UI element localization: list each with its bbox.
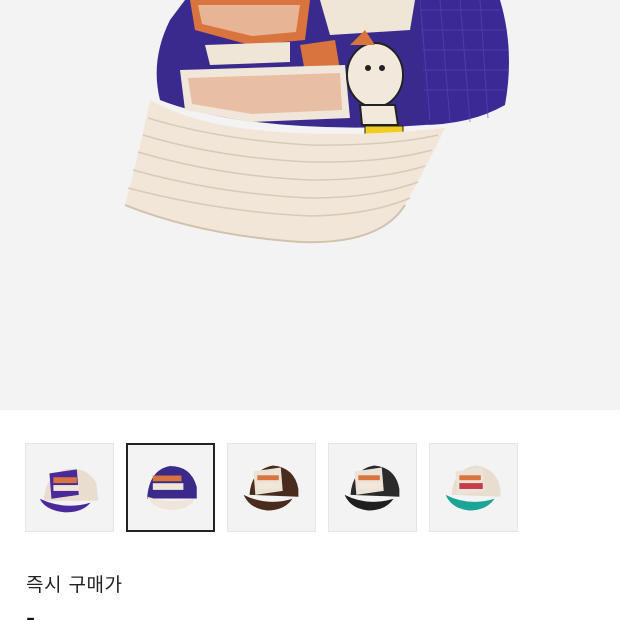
cap-thumbnail-image xyxy=(39,468,99,513)
thumbnail-brown-cap[interactable] xyxy=(227,443,316,532)
product-hero-image[interactable] xyxy=(0,0,620,410)
cap-thumbnail-image xyxy=(344,465,400,511)
cap-illustration xyxy=(124,0,509,244)
cap-thumbnail-image xyxy=(445,465,501,511)
instant-buy-price-label: 즉시 구매가 xyxy=(26,574,123,596)
cap-thumbnail-image xyxy=(147,466,197,510)
thumbnail-navy-cream-cap[interactable] xyxy=(126,443,215,532)
thumbnail-gallery xyxy=(25,443,620,533)
instant-buy-price-value: - xyxy=(26,607,36,620)
thumbnail-black-cap[interactable] xyxy=(328,443,417,532)
thumbnail-teal-cap[interactable] xyxy=(429,443,518,532)
thumbnail-purple-cream-cap[interactable] xyxy=(25,443,114,532)
cap-thumbnail-image xyxy=(243,465,299,511)
